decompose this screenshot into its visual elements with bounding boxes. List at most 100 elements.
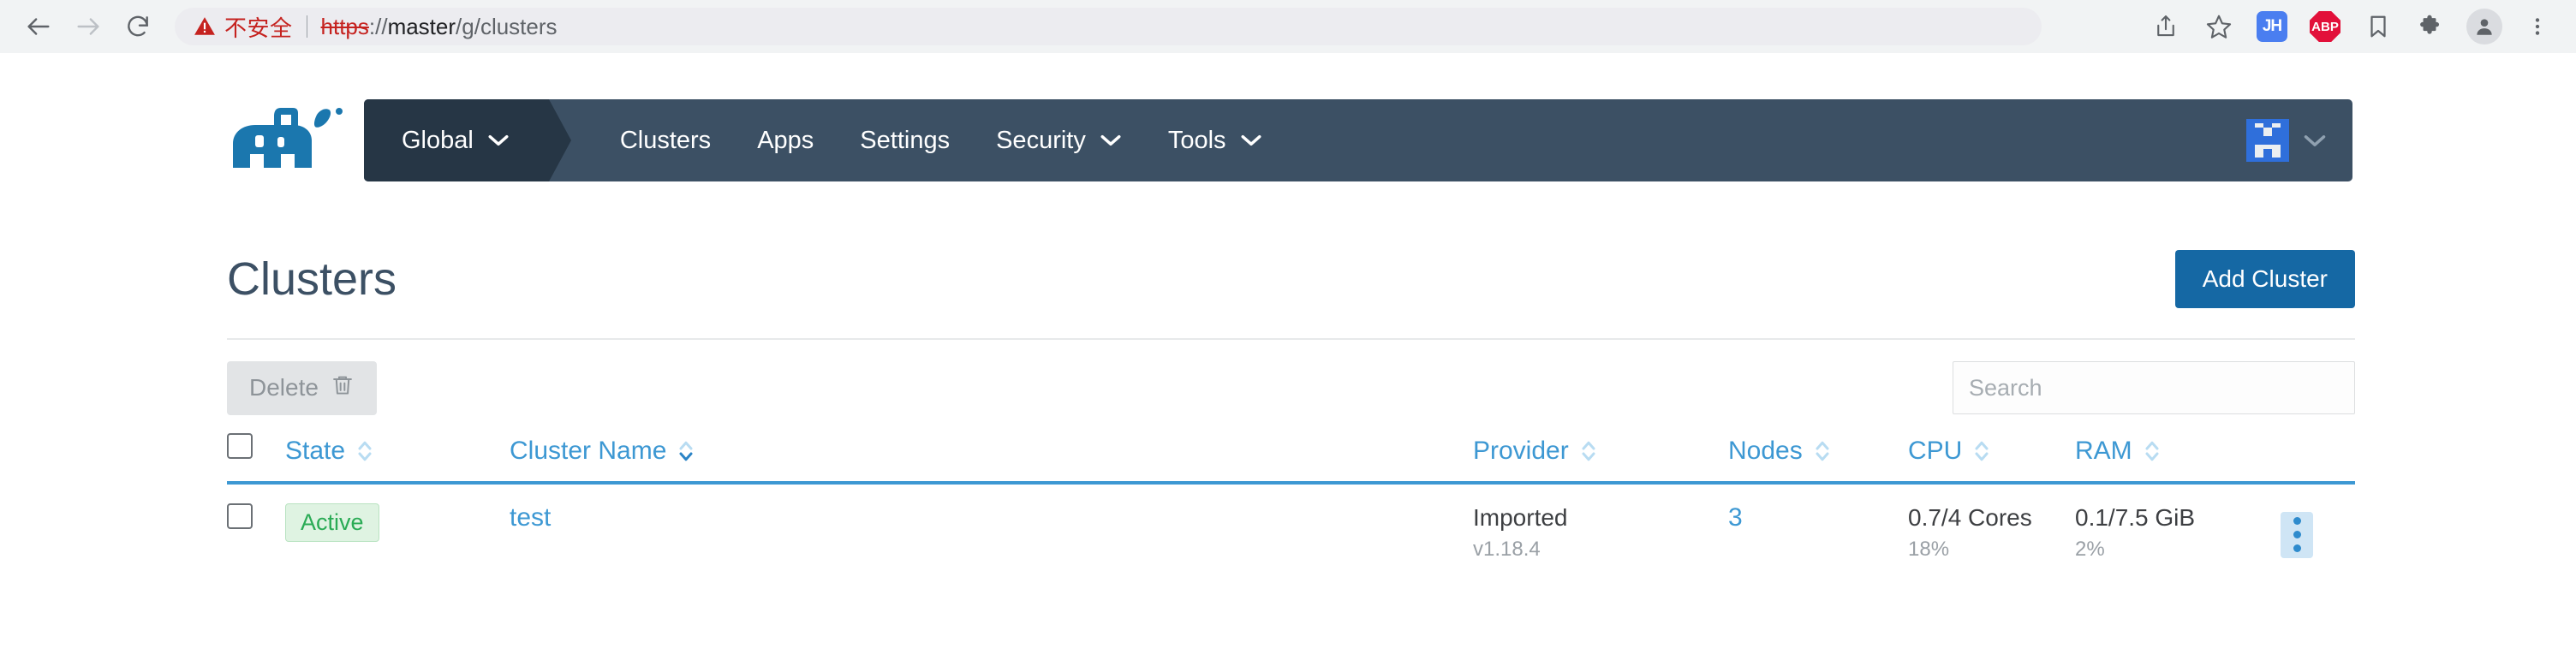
url-host: master — [387, 13, 456, 39]
nav-item-label: Settings — [860, 126, 951, 154]
sort-toggle-icon[interactable] — [1813, 438, 1832, 464]
nav-scope-selector[interactable]: Global — [364, 99, 571, 181]
row-ram-cell: 0.1/7.5 GiB 2% — [2075, 483, 2281, 582]
row-select-cell — [227, 483, 285, 582]
header-actions — [2281, 433, 2355, 485]
chevron-down-icon — [1240, 134, 1262, 147]
header-cluster-name-label: Cluster Name — [510, 437, 667, 465]
nav-item-security[interactable]: Security — [973, 127, 1145, 155]
trash-icon — [331, 373, 355, 403]
add-cluster-button[interactable]: Add Cluster — [2174, 250, 2355, 308]
header-nodes-label: Nodes — [1728, 437, 1803, 465]
back-button[interactable] — [14, 2, 63, 51]
cpu-value: 0.7/4 Cores — [1908, 504, 2032, 531]
chevron-down-icon — [1100, 134, 1122, 147]
nav-menu: Clusters Apps Settings Security Tools — [597, 127, 1285, 155]
header-cpu[interactable]: CPU — [1908, 433, 2075, 485]
row-provider-cell: Imported v1.18.4 — [1473, 483, 1728, 582]
url-scheme: https — [320, 13, 369, 39]
kebab-dot — [2293, 517, 2301, 525]
ram-percent: 2% — [2075, 538, 2105, 562]
sort-toggle-icon[interactable] — [677, 438, 695, 464]
header-state[interactable]: State — [285, 433, 510, 485]
nav-scope-label: Global — [402, 126, 474, 154]
header-provider[interactable]: Provider — [1473, 433, 1728, 485]
global-nav-bar: Global Clusters Apps Settings Security T… — [364, 99, 2352, 181]
browser-nav-buttons — [0, 2, 163, 51]
browser-toolbar: 不安全 https://master/g/clusters JH ABP — [0, 0, 2576, 53]
header-ram-label: RAM — [2075, 437, 2132, 465]
user-identicon-avatar — [2246, 119, 2289, 162]
header-divider — [227, 338, 2355, 340]
share-icon[interactable] — [2139, 3, 2192, 51]
table-body: Active test Imported v1.18.4 3 0.7/4 Cor… — [227, 483, 2355, 582]
select-all-checkbox[interactable] — [227, 433, 253, 459]
warning-triangle-icon — [194, 15, 216, 38]
clusters-table-area: Delete State — [227, 360, 2355, 582]
bookmark-star-icon[interactable] — [2192, 3, 2245, 51]
nav-item-settings[interactable]: Settings — [837, 127, 973, 155]
provider-value: Imported — [1473, 504, 1568, 531]
clusters-table: State Cluster Name Provider Nodes CPU RA… — [227, 433, 2355, 582]
nav-item-label: Security — [996, 126, 1086, 154]
header-provider-label: Provider — [1473, 437, 1569, 465]
sort-toggle-icon[interactable] — [1972, 438, 1991, 464]
delete-button[interactable]: Delete — [227, 360, 377, 415]
chevron-down-icon — [487, 134, 510, 147]
page-header: Clusters Add Cluster — [227, 250, 2355, 308]
address-bar[interactable]: 不安全 https://master/g/clusters — [175, 8, 2042, 45]
page-title: Clusters — [227, 253, 397, 305]
header-cpu-label: CPU — [1908, 437, 1963, 465]
table-header-row: State Cluster Name Provider Nodes CPU RA… — [227, 433, 2355, 485]
profile-avatar-icon[interactable] — [2458, 3, 2511, 51]
kebab-menu-icon[interactable] — [2281, 511, 2313, 558]
kebab-dot — [2293, 544, 2301, 552]
row-actions-cell — [2281, 483, 2355, 582]
reading-list-icon[interactable] — [2352, 3, 2405, 51]
extension-abp-icon[interactable]: ABP — [2299, 3, 2352, 51]
sort-toggle-icon[interactable] — [355, 438, 374, 464]
cpu-percent: 18% — [1908, 538, 1950, 562]
url-text: https://master/g/clusters — [321, 14, 558, 40]
nodes-count-link[interactable]: 3 — [1728, 503, 1743, 532]
cluster-name-link[interactable]: test — [510, 503, 551, 532]
nav-item-clusters[interactable]: Clusters — [597, 127, 734, 155]
extensions-puzzle-icon[interactable] — [2405, 3, 2458, 51]
provider-version: v1.18.4 — [1473, 538, 1541, 562]
extension-jh-icon[interactable]: JH — [2245, 3, 2299, 51]
nav-user-menu[interactable] — [2246, 119, 2352, 162]
table-controls: Delete — [227, 360, 2355, 415]
row-name-cell: test — [510, 483, 1473, 582]
extension-abp-badge: ABP — [2310, 11, 2340, 42]
sort-toggle-icon[interactable] — [2143, 438, 2162, 464]
kebab-dot — [2293, 531, 2301, 538]
extension-jh-badge: JH — [2257, 11, 2287, 42]
forward-button[interactable] — [63, 2, 113, 51]
header-cluster-name[interactable]: Cluster Name — [510, 433, 1473, 485]
rancher-cow-logo[interactable] — [224, 101, 353, 180]
delete-button-label: Delete — [249, 374, 319, 401]
chrome-menu-icon[interactable] — [2511, 3, 2564, 51]
reload-button[interactable] — [113, 2, 163, 51]
nav-item-apps[interactable]: Apps — [734, 127, 837, 155]
header-ram[interactable]: RAM — [2075, 433, 2281, 485]
header-nodes[interactable]: Nodes — [1728, 433, 1908, 485]
security-status-label: 不安全 — [224, 15, 293, 41]
browser-action-icons: JH ABP — [2139, 3, 2576, 51]
row-nodes-cell: 3 — [1728, 483, 1908, 582]
sort-toggle-icon[interactable] — [1579, 438, 1598, 464]
url-separator: :// — [368, 13, 388, 39]
search-input[interactable] — [1953, 361, 2355, 414]
nav-item-label: Apps — [757, 126, 814, 154]
table-head: State Cluster Name Provider Nodes CPU RA… — [227, 433, 2355, 485]
profile-avatar-circle — [2466, 9, 2502, 45]
nav-item-label: Clusters — [619, 126, 712, 154]
table-row: Active test Imported v1.18.4 3 0.7/4 Cor… — [227, 483, 2355, 582]
header-state-label: State — [285, 437, 346, 465]
status-badge: Active — [285, 503, 379, 542]
chevron-down-icon — [2303, 134, 2327, 148]
row-state-cell: Active — [285, 483, 510, 582]
nav-item-tools[interactable]: Tools — [1145, 127, 1285, 155]
nav-item-label: Tools — [1167, 126, 1226, 154]
row-checkbox[interactable] — [227, 503, 253, 529]
